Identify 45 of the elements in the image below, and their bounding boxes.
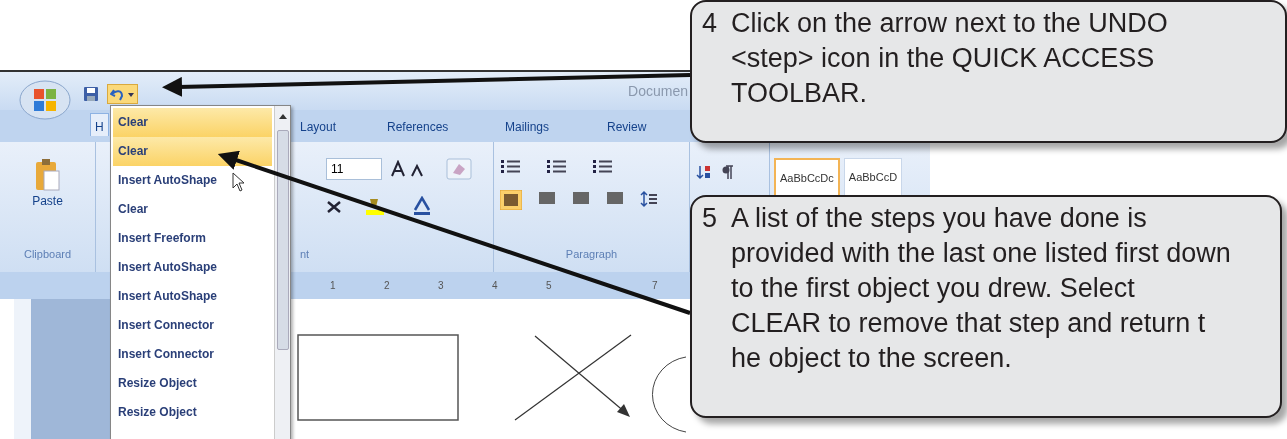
ruler-number: 3 — [438, 279, 445, 293]
ribbon-tab[interactable]: Review — [603, 118, 651, 136]
undo-list-item[interactable]: Insert Connector — [113, 340, 272, 369]
undo-list-item[interactable]: Insert Freeform — [113, 224, 272, 253]
undo-list-item[interactable]: Insert Connector — [113, 311, 272, 340]
window-title: Documen — [628, 82, 688, 101]
undo-list-item[interactable]: Clear — [113, 137, 272, 166]
ribbon-tab[interactable]: Mailings — [501, 118, 553, 136]
paragraph-mark-icon[interactable] — [720, 164, 734, 180]
paste-icon — [33, 158, 62, 192]
cursor-icon — [232, 172, 246, 192]
paste-button[interactable]: Paste — [32, 158, 63, 210]
ribbon-tab[interactable]: Layout — [296, 118, 341, 136]
undo-list-item[interactable]: Insert AutoShape — [113, 282, 272, 311]
instruction-text: Click on the arrow next to the UNDO <step> icon in the QUICK ACCESS TOOLBAR. — [731, 7, 1169, 110]
ruler-number: 7 — [652, 279, 659, 293]
undo-list-item[interactable]: Resize Object — [113, 369, 272, 398]
line-spacing-icon[interactable] — [640, 190, 658, 208]
undo-list-item[interactable]: Insert AutoShape — [113, 253, 272, 282]
undo-list-item[interactable]: Clear — [113, 108, 272, 137]
step-number: 4 — [702, 7, 718, 40]
sort-icon[interactable] — [696, 164, 712, 180]
style-preview[interactable]: AaBbCcD — [843, 158, 903, 197]
ribbon-tab[interactable]: References — [383, 118, 453, 136]
ruler-number: 1 — [330, 279, 337, 293]
group-label: Paragraph — [564, 246, 619, 262]
group-label: Clipboard — [23, 246, 72, 262]
font-size-field[interactable]: 11 — [326, 158, 382, 180]
scroll-up-icon[interactable] — [277, 112, 288, 120]
undo-icon — [110, 87, 124, 101]
instruction-text: A list of the steps you have done is provided with the last one listed first down to the first object you drew. Select CLEAR to remove that step and return t he object to the screen. — [731, 202, 1232, 375]
ruler-number: 2 — [384, 279, 391, 293]
align-left-icon[interactable] — [500, 190, 522, 210]
undo-list-item[interactable]: Insert AutoShape — [113, 166, 272, 195]
ruler-number: 4 — [492, 279, 499, 293]
scrollbar[interactable] — [274, 106, 290, 439]
undo-list-item[interactable]: Resize Object — [113, 398, 272, 427]
ribbon-tab[interactable]: H — [90, 113, 109, 136]
undo-button[interactable] — [107, 84, 138, 104]
save-icon[interactable] — [83, 86, 99, 102]
scrollbar-thumb[interactable] — [276, 130, 289, 350]
step-number: 5 — [702, 202, 718, 235]
group-label: nt — [300, 246, 311, 262]
ruler-number: 5 — [546, 279, 553, 293]
undo-list-item[interactable]: Clear — [113, 195, 272, 224]
